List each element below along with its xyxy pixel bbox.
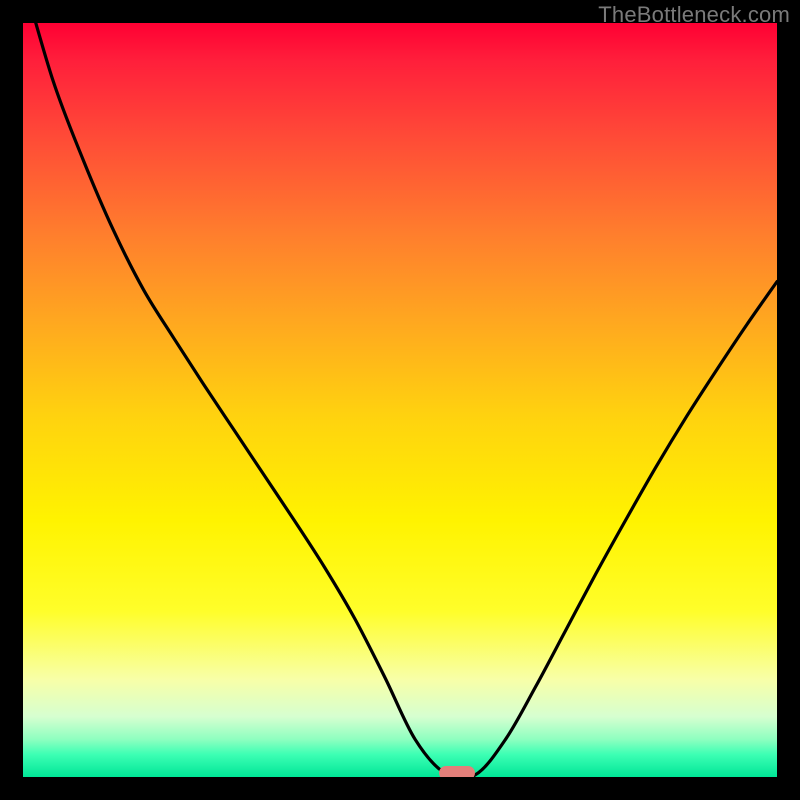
- bottleneck-curve: [23, 23, 777, 777]
- optimum-marker: [439, 766, 475, 777]
- plot-area: [23, 23, 777, 777]
- chart-container: TheBottleneck.com: [0, 0, 800, 800]
- watermark-text: TheBottleneck.com: [598, 2, 790, 28]
